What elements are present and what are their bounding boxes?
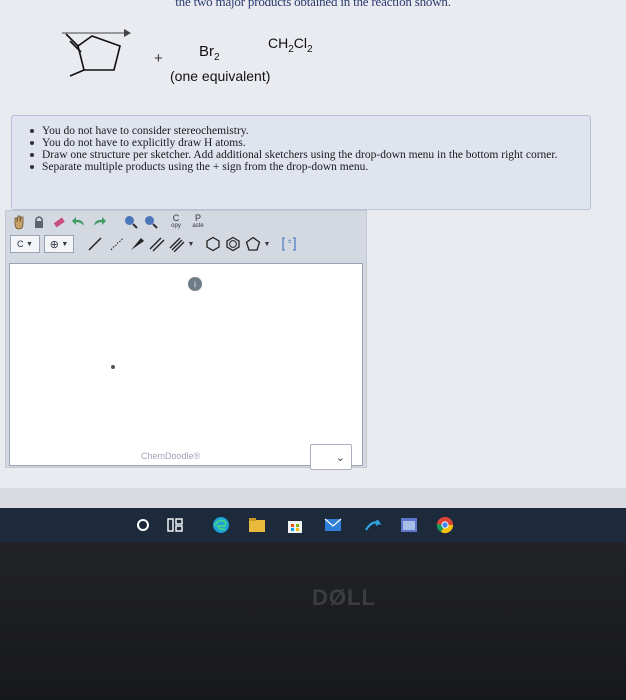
solvent-text-1: CH [268, 35, 289, 51]
reaction-arrow [62, 29, 131, 37]
edge-browser-icon[interactable] [212, 516, 230, 534]
solvent-text-2: Cl [293, 35, 308, 51]
single-bond-icon[interactable] [86, 235, 104, 253]
copy-label-bottom: opy [171, 223, 181, 229]
add-charge-icon: ⊕ [49, 238, 59, 251]
cyclopentane-ring-icon[interactable] [244, 235, 262, 253]
chevron-down-icon: ▼ [26, 240, 33, 248]
dell-logo: DØLL [312, 585, 376, 610]
reagent-note: (one equivalent) [170, 68, 271, 84]
redo-icon[interactable] [90, 213, 108, 231]
arrow-app-icon[interactable] [364, 516, 382, 534]
app-window-icon[interactable] [400, 516, 418, 534]
instructions-panel: You do not have to consider stereochemis… [11, 115, 591, 210]
reagent-bromine: Br2 [199, 43, 220, 63]
canvas-point [111, 365, 115, 369]
page-footer-strip [0, 488, 626, 508]
eraser-icon[interactable] [50, 213, 68, 231]
mail-icon[interactable] [324, 516, 342, 534]
chemdoodle-sketcher: Copy Paste C ▼ ⊕ ▼ ▼ ▼ ± i ChemDoodle® [5, 210, 367, 468]
charge-dropdown[interactable]: ⊕ ▼ [44, 235, 74, 253]
triple-bond-icon[interactable] [168, 235, 186, 253]
copy-label-top: C [172, 213, 180, 223]
cyclohexane-ring-icon[interactable] [204, 235, 222, 253]
zoom-in-icon[interactable] [122, 213, 140, 231]
wavy-bond-icon[interactable] [108, 235, 126, 253]
browser-screen: the two major products obtained in the r… [0, 0, 626, 508]
reaction-scheme: + Br2 (one equivalent) CH2Cl2 [0, 14, 626, 104]
instruction-item: Separate multiple products using the + s… [30, 161, 580, 173]
sketcher-toolbar: Copy Paste C ▼ ⊕ ▼ ▼ ▼ ± [6, 211, 368, 259]
bracket-icon[interactable]: ± [280, 235, 298, 253]
copy-button[interactable]: Copy [166, 212, 186, 232]
carbon-label: C [17, 239, 24, 249]
search-icon[interactable] [134, 516, 152, 534]
plus-sign: + [154, 50, 163, 67]
atom-carbon-dropdown[interactable]: C ▼ [10, 235, 40, 253]
store-icon[interactable] [286, 516, 304, 534]
instruction-item: You do not have to consider stereochemis… [30, 125, 580, 137]
file-explorer-icon[interactable] [248, 516, 266, 534]
chrome-browser-icon[interactable] [436, 516, 454, 534]
reagent-subscript: 2 [214, 52, 220, 63]
status-badge: i [188, 277, 202, 291]
windows-taskbar [0, 508, 626, 542]
solvent-sub-2: 2 [307, 43, 313, 55]
task-view-icon[interactable] [166, 516, 184, 534]
double-bond-icon[interactable] [148, 235, 166, 253]
undo-icon[interactable] [70, 213, 88, 231]
lasso-lock-icon[interactable] [30, 213, 48, 231]
sketcher-canvas[interactable]: i ChemDoodle® [9, 263, 363, 466]
svg-text:±: ± [288, 239, 292, 245]
wedge-bond-icon[interactable] [128, 235, 146, 253]
paste-label-top: P [194, 213, 201, 223]
laptop-bezel [0, 542, 626, 700]
chevron-down-icon: ⌄ [335, 452, 345, 464]
zoom-out-icon[interactable] [142, 213, 160, 231]
benzene-ring-icon[interactable] [224, 235, 242, 253]
paste-button[interactable]: Paste [188, 212, 208, 232]
hand-icon[interactable] [10, 213, 28, 231]
sketcher-add-dropdown[interactable]: ⌄ [310, 444, 352, 470]
reagent-text: Br [199, 43, 214, 60]
chevron-down-icon: ▼ [61, 240, 69, 248]
instruction-item: Draw one structure per sketcher. Add add… [30, 149, 580, 161]
chevron-down-icon[interactable]: ▼ [186, 235, 196, 253]
chevron-down-icon[interactable]: ▼ [262, 235, 272, 253]
question-header: the two major products obtained in the r… [175, 0, 451, 9]
paste-label-bottom: aste [192, 223, 204, 229]
chemdoodle-watermark: ChemDoodle® [141, 451, 201, 461]
instruction-item: You do not have to explicitly draw H ato… [30, 137, 580, 149]
solvent-label: CH2Cl2 [268, 35, 313, 55]
